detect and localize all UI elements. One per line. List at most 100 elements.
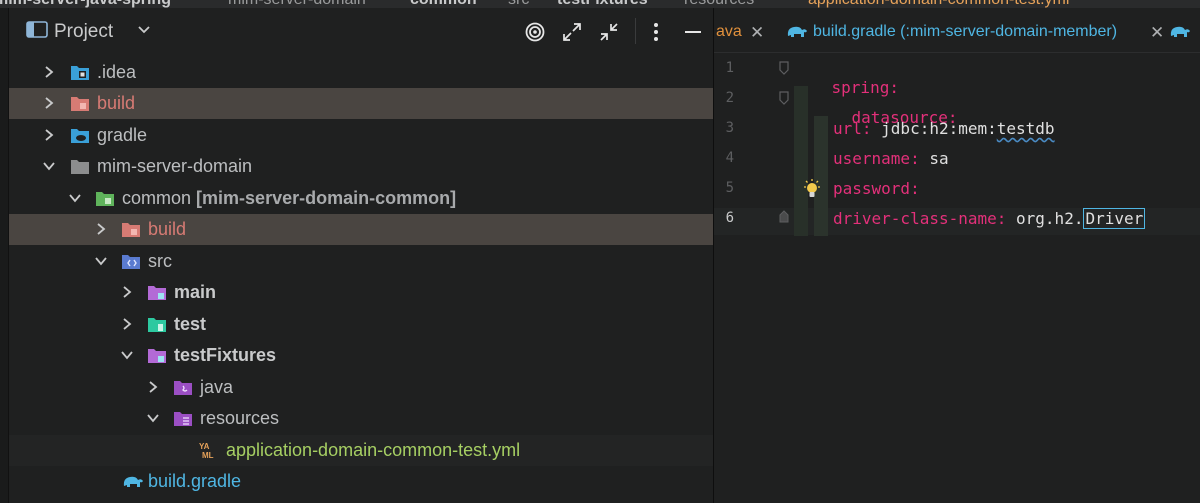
project-panel: Project .idea build gradle mim-server-do… — [9, 8, 713, 503]
tree-item-label: mim-server-domain — [97, 156, 253, 176]
fold-marker-icon[interactable] — [778, 60, 790, 76]
tree-item-src[interactable]: src — [9, 246, 713, 277]
chevron-right-icon[interactable] — [42, 65, 56, 79]
line-number: 5 — [725, 180, 734, 196]
tab-java-file[interactable]: ava — [716, 23, 742, 41]
close-icon[interactable]: ✕ — [1150, 23, 1164, 43]
project-folder-icon — [26, 21, 48, 38]
yaml-key: password: — [833, 179, 920, 198]
folder-icon — [71, 160, 89, 174]
project-panel-title[interactable]: Project — [54, 21, 113, 43]
yaml-value: sa — [919, 149, 949, 168]
source-folder-icon — [122, 255, 140, 269]
close-icon[interactable]: ✕ — [750, 23, 764, 43]
line-number: 1 — [725, 60, 734, 76]
tree-item-yml-file[interactable]: YA ML application-domain-common-test.yml — [9, 435, 713, 466]
lightbulb-icon[interactable] — [802, 178, 822, 200]
tree-item-label: build.gradle — [148, 471, 242, 491]
svg-text:YA: YA — [199, 442, 210, 451]
tree-item-gradle[interactable]: gradle — [9, 120, 713, 151]
code-line-6[interactable]: driver-class-name: org.h2. Driver — [833, 208, 1146, 229]
module-name: common — [122, 188, 192, 208]
tree-item-label: gradle — [97, 125, 148, 145]
tree-item-label: main — [174, 282, 217, 302]
line-number-current: 6 — [725, 210, 734, 226]
gradle-elephant-icon — [123, 476, 143, 487]
line-number: 4 — [725, 150, 734, 166]
code-line-5[interactable]: password: — [833, 179, 920, 198]
yaml-value: jdbc:h2:mem: — [871, 119, 997, 138]
caret-selection: Driver — [1083, 208, 1146, 229]
tree-item-label: resources — [200, 408, 280, 428]
chevron-down-icon[interactable] — [42, 159, 56, 173]
tree-item-test[interactable]: test — [9, 309, 713, 340]
yaml-file-icon: YA ML — [199, 442, 214, 459]
tree-item-label: testFixtures — [174, 345, 277, 365]
excluded-folder-icon — [71, 97, 89, 111]
editor-tab-bar: ava ✕ build.gradle (:mim-server-domain-m… — [714, 8, 1200, 53]
more-options-icon[interactable] — [645, 21, 667, 43]
tree-item-label: java — [200, 377, 234, 397]
module-qualifier: [mim-server-domain-common] — [196, 188, 457, 208]
chevron-right-icon[interactable] — [146, 380, 160, 394]
chevron-right-icon[interactable] — [120, 317, 134, 331]
chevron-down-icon[interactable] — [120, 348, 134, 362]
yaml-value-typo: testdb — [996, 119, 1055, 138]
chevron-right-icon[interactable] — [94, 222, 108, 236]
tree-item-main[interactable]: main — [9, 277, 713, 308]
chevron-down-icon[interactable] — [137, 22, 151, 36]
resources-folder-icon — [174, 412, 192, 426]
tree-item-label: src — [148, 251, 172, 271]
module-folder-icon — [96, 192, 114, 206]
tool-window-stripe — [0, 8, 9, 503]
chevron-right-icon[interactable] — [42, 128, 56, 142]
chevron-down-icon[interactable] — [94, 254, 108, 268]
tree-item-label: test — [174, 314, 207, 334]
hide-panel-icon[interactable] — [682, 21, 704, 43]
tree-item-label: .idea — [97, 62, 137, 82]
idea-folder-icon — [71, 66, 89, 80]
line-number: 3 — [725, 120, 734, 136]
locate-target-icon[interactable] — [524, 21, 546, 43]
tree-item-label: common [mim-server-domain-common] — [122, 188, 456, 209]
source-root-folder-icon — [148, 286, 166, 300]
fold-marker-icon[interactable] — [778, 90, 790, 106]
svg-text:ML: ML — [202, 451, 214, 459]
tree-item-java[interactable]: java — [9, 372, 713, 403]
gradle-folder-icon — [71, 129, 89, 143]
tree-item-build[interactable]: build — [9, 88, 713, 119]
chevron-down-icon[interactable] — [68, 191, 82, 205]
chevron-right-icon[interactable] — [42, 96, 56, 110]
gradle-elephant-icon[interactable] — [1168, 22, 1200, 40]
project-panel-header: Project — [9, 8, 713, 56]
tree-item-testfixtures[interactable]: testFixtures — [9, 340, 713, 371]
tree-item-label: build — [97, 93, 136, 113]
source-root-folder-icon — [148, 349, 166, 363]
tree-item-common[interactable]: common [mim-server-domain-common] — [9, 183, 713, 214]
test-root-folder-icon — [148, 318, 166, 332]
tree-item-build-gradle[interactable]: build.gradle — [9, 466, 713, 497]
tree-item-mim-server-domain[interactable]: mim-server-domain — [9, 151, 713, 182]
header-divider — [635, 18, 636, 44]
tree-item-resources[interactable]: resources — [9, 403, 713, 434]
excluded-folder-icon — [122, 223, 140, 237]
fold-end-marker-icon[interactable] — [778, 210, 790, 224]
tree-item-label: build — [148, 219, 187, 239]
gradle-elephant-icon — [787, 26, 807, 37]
java-package-icon — [174, 381, 192, 395]
code-line-3[interactable]: url: jdbc:h2:mem:testdb — [833, 119, 1055, 138]
line-number: 2 — [725, 90, 734, 106]
yaml-key: url: — [833, 119, 872, 138]
code-line-4[interactable]: username: sa — [833, 149, 949, 168]
yaml-key: username: — [833, 149, 920, 168]
chevron-down-icon[interactable] — [146, 411, 160, 425]
editor-pane: ava ✕ build.gradle (:mim-server-domain-m… — [714, 8, 1200, 503]
yaml-key: driver-class-name: — [833, 209, 1007, 228]
expand-all-icon[interactable] — [561, 21, 583, 43]
collapse-all-icon[interactable] — [598, 21, 620, 43]
tree-item-idea[interactable]: .idea — [9, 57, 713, 88]
tree-item-common-build[interactable]: build — [9, 214, 713, 245]
chevron-right-icon[interactable] — [120, 285, 134, 299]
tab-build-gradle[interactable]: build.gradle (:mim-server-domain-member) — [813, 23, 1117, 41]
yaml-value: org.h2. — [1006, 209, 1084, 228]
